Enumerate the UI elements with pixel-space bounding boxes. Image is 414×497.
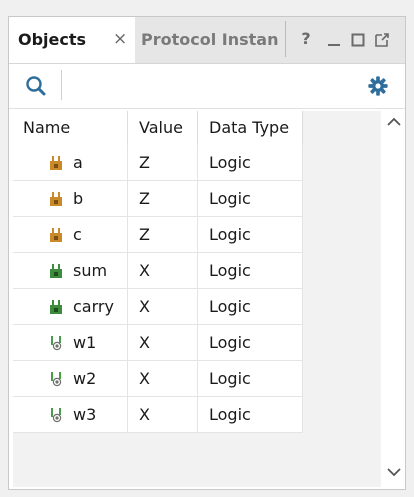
cell-name: a xyxy=(73,153,83,172)
objects-panel: Objects × Protocol Instan ? Name Value D… xyxy=(8,16,406,490)
column-divider[interactable] xyxy=(197,111,198,145)
cell-divider xyxy=(197,397,198,433)
header-value[interactable]: Value xyxy=(139,111,183,145)
cell-value: X xyxy=(139,405,150,424)
cell-divider xyxy=(302,397,303,433)
input-signal-icon xyxy=(49,227,63,243)
float-button[interactable] xyxy=(373,31,391,49)
cell-name: w1 xyxy=(73,333,97,352)
input-signal-icon xyxy=(49,155,63,171)
tab-close-icon[interactable]: × xyxy=(113,29,127,49)
cell-divider xyxy=(127,325,128,361)
wire-signal-icon xyxy=(49,407,63,423)
tab-separator xyxy=(285,21,286,57)
cell-data-type: Logic xyxy=(209,189,251,208)
cell-divider xyxy=(302,145,303,181)
cell-name: sum xyxy=(73,261,108,280)
cell-name: b xyxy=(73,189,84,208)
float-window-icon xyxy=(375,33,389,47)
table-row[interactable]: w3 X Logic xyxy=(13,397,303,433)
header-name[interactable]: Name xyxy=(23,111,70,145)
cell-value: X xyxy=(139,369,150,388)
cell-divider xyxy=(197,361,198,397)
table-row[interactable]: w2 X Logic xyxy=(13,361,303,397)
cell-value: X xyxy=(139,297,150,316)
cell-divider xyxy=(197,181,198,217)
cell-value: Z xyxy=(139,225,150,244)
tab-objects-label: Objects xyxy=(18,30,87,49)
cell-divider xyxy=(127,397,128,433)
tab-bar: Objects × Protocol Instan ? xyxy=(9,17,405,64)
cell-name: c xyxy=(73,225,82,244)
cell-divider xyxy=(302,253,303,289)
objects-table: Name Value Data Type a Z Logic b Z Logic c Z Log… xyxy=(13,111,381,487)
cell-divider xyxy=(127,145,128,181)
cell-divider xyxy=(127,253,128,289)
cell-name: w2 xyxy=(73,369,97,388)
cell-name: w3 xyxy=(73,405,97,424)
table-row[interactable]: a Z Logic xyxy=(13,145,303,181)
tab-protocol-instances[interactable]: Protocol Instan xyxy=(135,17,285,63)
cell-data-type: Logic xyxy=(209,153,251,172)
cell-value: X xyxy=(139,261,150,280)
scroll-down-icon[interactable] xyxy=(386,465,402,479)
cell-divider xyxy=(127,181,128,217)
cell-divider xyxy=(197,253,198,289)
cell-divider xyxy=(127,289,128,325)
help-button[interactable]: ? xyxy=(297,29,315,48)
output-signal-icon xyxy=(49,299,63,315)
cell-value: X xyxy=(139,333,150,352)
column-divider[interactable] xyxy=(302,111,303,145)
cell-divider xyxy=(302,181,303,217)
table-row[interactable]: sum X Logic xyxy=(13,253,303,289)
header-data-type[interactable]: Data Type xyxy=(209,111,289,145)
cell-divider xyxy=(127,217,128,253)
cell-data-type: Logic xyxy=(209,261,251,280)
table-row[interactable]: w1 X Logic xyxy=(13,325,303,361)
wire-signal-icon xyxy=(49,371,63,387)
tab-objects[interactable]: Objects × xyxy=(9,17,135,63)
table-row[interactable]: c Z Logic xyxy=(13,217,303,253)
table-header: Name Value Data Type xyxy=(13,111,303,146)
cell-data-type: Logic xyxy=(209,405,251,424)
toolbar-separator xyxy=(61,70,62,100)
column-divider[interactable] xyxy=(127,111,128,145)
table-body: a Z Logic b Z Logic c Z Logic sum X Logic carry X Logi… xyxy=(13,145,303,433)
cell-data-type: Logic xyxy=(209,225,251,244)
cell-data-type: Logic xyxy=(209,333,251,352)
cell-divider xyxy=(197,325,198,361)
maximize-button[interactable] xyxy=(349,31,367,49)
table-row[interactable]: carry X Logic xyxy=(13,289,303,325)
cell-divider xyxy=(302,361,303,397)
wire-signal-icon xyxy=(49,335,63,351)
search-icon[interactable] xyxy=(25,75,47,97)
cell-divider xyxy=(302,325,303,361)
output-signal-icon xyxy=(49,263,63,279)
table-row[interactable]: b Z Logic xyxy=(13,181,303,217)
gear-icon[interactable] xyxy=(367,75,389,97)
cell-name: carry xyxy=(73,297,114,316)
toolbar xyxy=(9,64,405,109)
input-signal-icon xyxy=(49,191,63,207)
cell-divider xyxy=(197,217,198,253)
cell-divider xyxy=(197,289,198,325)
scroll-up-icon[interactable] xyxy=(386,115,402,129)
cell-divider xyxy=(302,289,303,325)
cell-data-type: Logic xyxy=(209,297,251,316)
minimize-icon xyxy=(328,44,340,46)
tab-protocol-label: Protocol Instan xyxy=(141,30,279,49)
cell-value: Z xyxy=(139,153,150,172)
cell-divider xyxy=(127,361,128,397)
maximize-icon xyxy=(351,33,365,47)
minimize-button[interactable] xyxy=(325,31,343,49)
cell-value: Z xyxy=(139,189,150,208)
cell-divider xyxy=(302,217,303,253)
cell-divider xyxy=(197,145,198,181)
cell-data-type: Logic xyxy=(209,369,251,388)
vertical-scrollbar[interactable] xyxy=(383,111,405,487)
